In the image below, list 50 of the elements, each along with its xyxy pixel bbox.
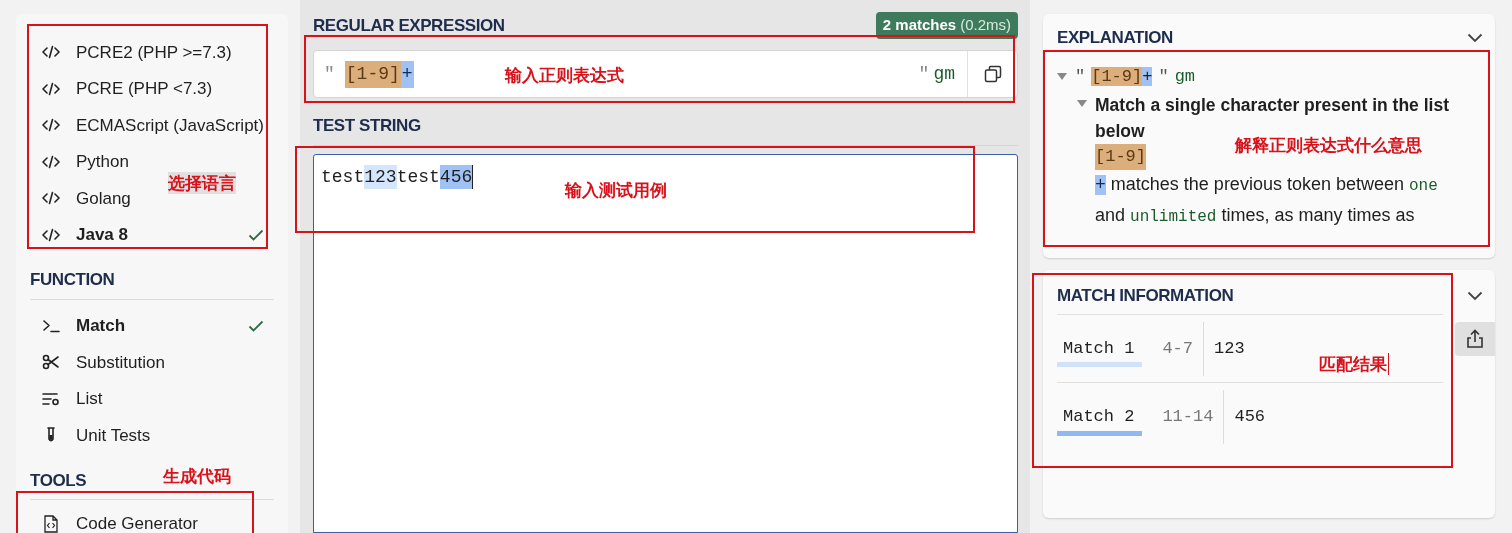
flavor-item[interactable]: Java 8 <box>42 222 128 248</box>
chevron-down-icon <box>1467 291 1483 301</box>
code-icon <box>42 118 60 133</box>
match-range: 4-7 <box>1161 337 1195 360</box>
flavor-item[interactable]: ECMAScript (JavaScript) <box>42 112 264 138</box>
flavor-item[interactable]: Golang <box>42 185 131 211</box>
annotation-label: 生成代码 <box>163 465 231 487</box>
list-settings-icon <box>42 391 60 406</box>
section-heading: EXPLANATION <box>1057 27 1173 50</box>
explanation-text: + matches the previous token between one and unlimited times, as many times as <box>1095 173 1439 228</box>
code-icon <box>42 81 60 96</box>
tool-item[interactable]: Code Generator <box>30 506 274 533</box>
annotation-label: 输入正则表达式 <box>505 64 624 86</box>
function-item[interactable]: Match <box>30 307 274 344</box>
match-value: 456 <box>1223 390 1266 444</box>
scissors-icon <box>42 354 60 371</box>
share-button[interactable] <box>1455 322 1495 356</box>
flavor-item[interactable]: PCRE (PHP <7.3) <box>42 76 213 102</box>
check-icon <box>248 319 264 332</box>
match-value: 123 <box>1203 321 1245 376</box>
annotation-label: 选择语言 <box>168 172 236 194</box>
chevron-down-icon <box>1467 33 1483 43</box>
annotation-label: 匹配结果 <box>1319 353 1389 375</box>
section-heading: MATCH INFORMATION <box>1057 285 1234 308</box>
collapse-triangle-icon <box>1077 100 1087 108</box>
flavor-item[interactable]: Python <box>42 149 129 175</box>
section-heading: FUNCTION <box>30 267 274 300</box>
code-file-icon <box>42 515 60 533</box>
match-label: Match 1 <box>1057 329 1143 368</box>
code-icon <box>42 154 60 169</box>
function-item[interactable]: Unit Tests <box>30 417 274 454</box>
collapse-triangle-icon <box>1057 73 1067 81</box>
terminal-icon <box>42 318 60 333</box>
code-icon <box>42 191 60 206</box>
code-icon <box>42 227 60 242</box>
flavor-item[interactable]: PCRE2 (PHP >=7.3) <box>42 39 232 65</box>
match-count-badge: 2 matches (0.2ms) <box>875 12 1018 39</box>
regex-token: [1-9] <box>1095 144 1146 170</box>
section-heading: TEST STRING <box>313 113 1018 146</box>
regex-expression: " [1-9]+ " gm <box>1075 66 1196 89</box>
code-icon <box>42 45 60 60</box>
check-icon <box>248 228 264 241</box>
match-range: 11-14 <box>1161 406 1215 429</box>
copy-icon <box>983 65 1002 83</box>
match-label: Match 2 <box>1057 398 1143 436</box>
function-item[interactable]: List <box>30 380 274 417</box>
section-heading: REGULAR EXPRESSION <box>313 15 505 37</box>
function-item[interactable]: Substitution <box>30 344 274 381</box>
share-icon <box>1466 329 1484 349</box>
annotation-label: 输入测试用例 <box>565 179 667 201</box>
